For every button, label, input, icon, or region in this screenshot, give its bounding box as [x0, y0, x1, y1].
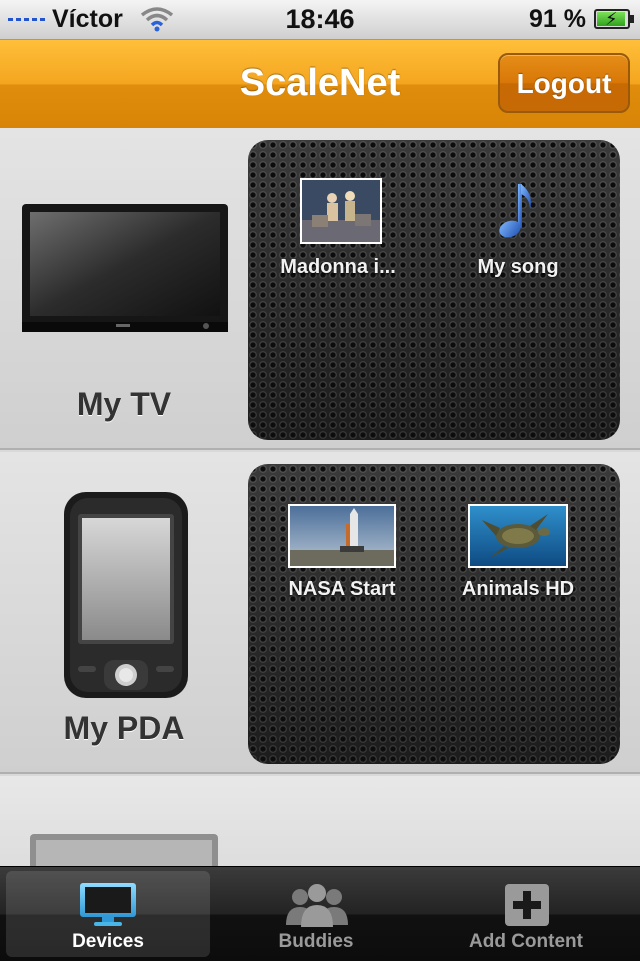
people-icon — [286, 884, 348, 927]
content-item-label: Animals HD — [461, 578, 575, 600]
add-icon — [505, 884, 549, 926]
tab-buddies[interactable]: Buddies — [214, 871, 418, 957]
video-thumbnail — [468, 504, 568, 568]
tab-label: Buddies — [278, 931, 354, 952]
device-name: My TV — [76, 386, 172, 422]
device-row-my-tv[interactable]: My TV Madonna i... My song — [0, 128, 640, 450]
device-row-partial[interactable] — [0, 776, 640, 876]
content-panel: Madonna i... My song — [248, 140, 620, 440]
device-name: My PDA — [63, 710, 185, 746]
status-bar: Víctor 18:46 91 % ⚡ — [0, 0, 640, 40]
video-thumbnail — [300, 178, 382, 244]
video-thumbnail — [288, 504, 396, 568]
content-panel: NASA Start Animals HD — [248, 464, 620, 764]
content-item-nasa-start[interactable]: NASA Start — [248, 464, 436, 624]
tab-label: Add Content — [469, 931, 583, 952]
content-item-label: NASA Start — [288, 578, 396, 600]
tab-label: Devices — [72, 931, 144, 952]
content-item-animals-hd[interactable]: Animals HD — [426, 464, 610, 624]
battery-percentage: 91 % — [529, 5, 586, 33]
content-item-label: Madonna i... — [280, 256, 396, 278]
music-note-icon — [499, 184, 531, 238]
navigation-bar: ScaleNet Logout — [0, 40, 640, 129]
pda-device-icon — [64, 492, 188, 698]
content-item-label: My song — [477, 256, 559, 278]
monitor-icon — [80, 883, 136, 926]
content-item-my-song[interactable]: My song — [428, 140, 608, 300]
tab-devices[interactable]: Devices — [6, 871, 210, 957]
logout-button[interactable]: Logout — [498, 53, 630, 113]
tab-add-content[interactable]: Add Content — [424, 871, 628, 957]
tv-device-icon — [22, 204, 228, 332]
battery-icon: ⚡ — [594, 9, 634, 29]
content-item-madonna[interactable]: Madonna i... — [248, 140, 428, 300]
tab-bar: Devices Buddies Add Content — [0, 866, 640, 961]
device-row-my-pda[interactable]: My PDA NASA Start Animals HD — [0, 452, 640, 774]
